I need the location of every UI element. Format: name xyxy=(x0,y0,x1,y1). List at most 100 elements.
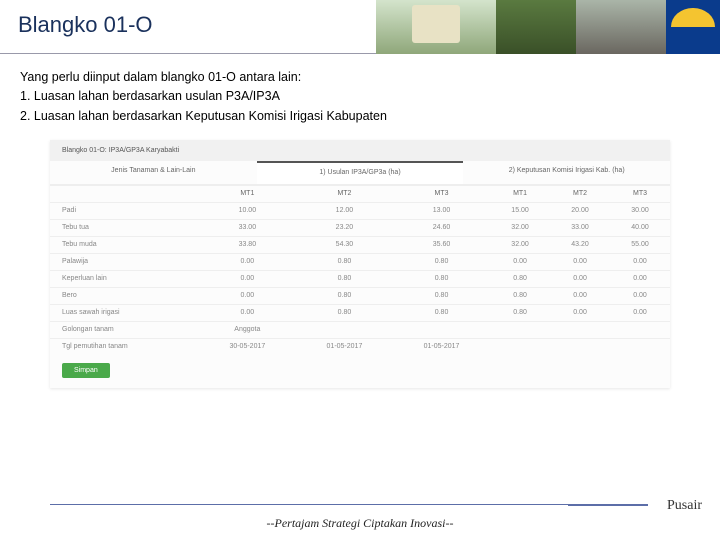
cell-value: 01-05-2017 xyxy=(296,338,393,355)
cell-value: 30.00 xyxy=(610,202,670,219)
cell-value: 0.00 xyxy=(199,270,296,287)
cell-value: 54.30 xyxy=(296,236,393,253)
logo-pu xyxy=(666,0,720,54)
footer-rule-accent xyxy=(568,504,648,506)
cell-value: 10.00 xyxy=(199,202,296,219)
table-row: Golongan tanamAnggota xyxy=(50,321,670,338)
row-label: Keperluan lain xyxy=(50,270,199,287)
cell-value xyxy=(393,321,490,338)
cell-value: 0.00 xyxy=(199,287,296,304)
intro-item-1: 1. Luasan lahan berdasarkan usulan P3A/I… xyxy=(20,87,700,106)
cell-value: 33.00 xyxy=(550,219,610,236)
cell-value: 32.00 xyxy=(490,236,550,253)
table-row: Luas sawah irigasi0.000.800.800.800.000.… xyxy=(50,304,670,321)
cell-value: 15.00 xyxy=(490,202,550,219)
cell-value: 55.00 xyxy=(610,236,670,253)
cell-value: 13.00 xyxy=(393,202,490,219)
row-label: Golongan tanam xyxy=(50,321,199,338)
cell-value xyxy=(296,321,393,338)
ss-data-table: MT1 MT2 MT3 MT1 MT2 MT3 Padi10.0012.0013… xyxy=(50,185,670,355)
cell-value: 01-05-2017 xyxy=(393,338,490,355)
embedded-screenshot: Blangko 01-O: IP3A/GP3A Karyabakti Jenis… xyxy=(50,140,670,387)
cell-value: 0.00 xyxy=(550,270,610,287)
table-row: Palawija0.000.800.800.000.000.00 xyxy=(50,253,670,270)
cell-value: 0.80 xyxy=(296,304,393,321)
cell-value: 12.00 xyxy=(296,202,393,219)
cell-value xyxy=(610,338,670,355)
cell-value: 23.20 xyxy=(296,219,393,236)
cell-value: 0.80 xyxy=(296,253,393,270)
cell-value: 0.00 xyxy=(550,253,610,270)
ss-tab-usulan: 1) Usulan IP3A/GP3a (ha) xyxy=(257,161,464,184)
table-row: Tgl pemutihan tanam30-05-201701-05-20170… xyxy=(50,338,670,355)
slide-footer: Pusair --Pertajam Strategi Ciptakan Inov… xyxy=(0,498,720,540)
col-mt1b: MT1 xyxy=(490,185,550,202)
row-label: Tebu muda xyxy=(50,236,199,253)
cell-value: 0.00 xyxy=(610,287,670,304)
photo-structure xyxy=(576,0,666,54)
cell-value: 32.00 xyxy=(490,219,550,236)
cell-value: 40.00 xyxy=(610,219,670,236)
footer-tagline: --Pertajam Strategi Ciptakan Inovasi-- xyxy=(0,498,720,531)
cell-value: 0.00 xyxy=(610,253,670,270)
cell-value xyxy=(490,338,550,355)
header-images xyxy=(376,0,720,54)
ss-tabs: Jenis Tanaman & Lain-Lain 1) Usulan IP3A… xyxy=(50,161,670,184)
table-row: Padi10.0012.0013.0015.0020.0030.00 xyxy=(50,202,670,219)
cell-value: 0.00 xyxy=(550,304,610,321)
cell-value: 30-05-2017 xyxy=(199,338,296,355)
ss-tab-keputusan: 2) Keputusan Komisi Irigasi Kab. (ha) xyxy=(463,161,670,184)
col-mt2a: MT2 xyxy=(296,185,393,202)
row-label: Bero xyxy=(50,287,199,304)
cell-value: 0.80 xyxy=(490,270,550,287)
ss-title: Blangko 01-O: IP3A/GP3A Karyabakti xyxy=(50,140,670,161)
cell-value: 0.80 xyxy=(490,287,550,304)
col-mt3a: MT3 xyxy=(393,185,490,202)
photo-field xyxy=(496,0,576,54)
cell-value: 0.80 xyxy=(490,304,550,321)
slide-header: Blangko 01-O xyxy=(0,0,720,54)
row-label: Tebu tua xyxy=(50,219,199,236)
ss-tab-jenis: Jenis Tanaman & Lain-Lain xyxy=(50,161,257,184)
cell-value: 0.80 xyxy=(393,270,490,287)
row-label: Luas sawah irigasi xyxy=(50,304,199,321)
intro-item-2: 2. Luasan lahan berdasarkan Keputusan Ko… xyxy=(20,107,700,126)
cell-value: 0.00 xyxy=(550,287,610,304)
table-row: Tebu tua33.0023.2024.6032.0033.0040.00 xyxy=(50,219,670,236)
cell-value: 0.80 xyxy=(393,287,490,304)
col-mt1a: MT1 xyxy=(199,185,296,202)
cell-value: 0.80 xyxy=(393,253,490,270)
cell-value: 33.80 xyxy=(199,236,296,253)
title-underline xyxy=(0,53,420,54)
col-mt2b: MT2 xyxy=(550,185,610,202)
photo-dam-gate xyxy=(376,0,496,54)
table-row: Keperluan lain0.000.800.800.800.000.00 xyxy=(50,270,670,287)
row-label: Palawija xyxy=(50,253,199,270)
cell-value xyxy=(610,321,670,338)
cell-value: 33.00 xyxy=(199,219,296,236)
cell-value: Anggota xyxy=(199,321,296,338)
cell-value: 0.00 xyxy=(610,270,670,287)
footer-rule xyxy=(50,504,640,505)
table-row: Tebu muda33.8054.3035.6032.0043.2055.00 xyxy=(50,236,670,253)
cell-value xyxy=(490,321,550,338)
row-label: Tgl pemutihan tanam xyxy=(50,338,199,355)
cell-value xyxy=(550,321,610,338)
intro-text: Yang perlu diinput dalam blangko 01-O an… xyxy=(0,54,720,126)
cell-value: 0.80 xyxy=(296,270,393,287)
cell-value: 0.00 xyxy=(199,304,296,321)
footer-brand: Pusair xyxy=(667,498,702,514)
cell-value: 35.60 xyxy=(393,236,490,253)
cell-value: 0.00 xyxy=(610,304,670,321)
cell-value: 0.80 xyxy=(296,287,393,304)
cell-value xyxy=(550,338,610,355)
col-mt3b: MT3 xyxy=(610,185,670,202)
cell-value: 24.60 xyxy=(393,219,490,236)
cell-value: 20.00 xyxy=(550,202,610,219)
intro-lead: Yang perlu diinput dalam blangko 01-O an… xyxy=(20,68,700,87)
cell-value: 43.20 xyxy=(550,236,610,253)
cell-value: 0.00 xyxy=(199,253,296,270)
save-button: Simpan xyxy=(62,363,110,378)
table-row: Bero0.000.800.800.800.000.00 xyxy=(50,287,670,304)
cell-value: 0.80 xyxy=(393,304,490,321)
